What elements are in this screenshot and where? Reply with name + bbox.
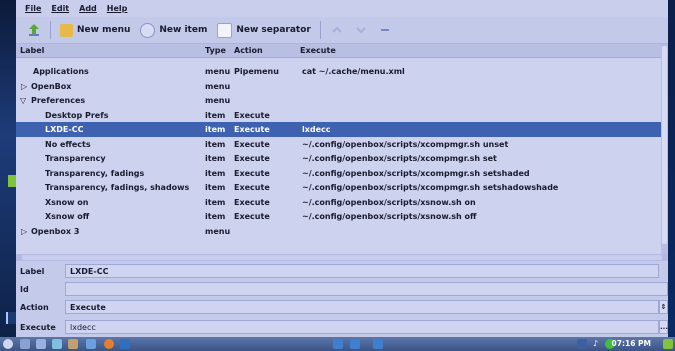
- tree-row-openbox-3[interactable]: ▷ Openbox 3 menu: [16, 224, 661, 239]
- execute-caption: Execute: [20, 323, 56, 332]
- toolbar: New menu New item New separator: [16, 17, 668, 44]
- taskbar-app-icon[interactable]: [20, 339, 30, 349]
- volume-icon[interactable]: ♪: [593, 339, 603, 349]
- tree-row-openbox[interactable]: ▷ OpenBox menu: [16, 79, 661, 94]
- taskbar-app-icon[interactable]: [68, 339, 78, 349]
- horizontal-scrollbar[interactable]: [16, 254, 668, 261]
- save-icon: [29, 24, 39, 36]
- battery-icon[interactable]: [577, 339, 587, 349]
- taskbar-window-button[interactable]: [373, 339, 383, 349]
- obmenu-window: File Edit Add Help New menu New item New…: [16, 0, 668, 337]
- chevron-down-icon: [356, 27, 366, 34]
- taskbar-app-icon[interactable]: [36, 339, 46, 349]
- menu-edit[interactable]: Edit: [51, 4, 69, 13]
- move-down-button[interactable]: [352, 21, 370, 39]
- scrollbar-thumb[interactable]: [662, 46, 667, 244]
- action-select[interactable]: Execute: [65, 300, 659, 314]
- id-field[interactable]: [65, 282, 668, 296]
- tree-row-no-effects[interactable]: No effects item Execute ~/.config/openbo…: [16, 137, 661, 152]
- new-separator-button[interactable]: New separator: [212, 19, 316, 41]
- expand-arrow-icon[interactable]: ▷: [21, 82, 27, 91]
- menu-file[interactable]: File: [25, 4, 41, 13]
- taskbar-app-icon[interactable]: [52, 339, 62, 349]
- chevron-up-icon: [332, 26, 342, 33]
- label-field[interactable]: LXDE-CC: [65, 264, 659, 278]
- tree-row-preferences[interactable]: ▽ Preferences menu: [16, 93, 661, 108]
- new-item-button[interactable]: New item: [135, 19, 212, 41]
- label-row: Label LXDE-CC: [16, 263, 668, 279]
- start-menu-icon[interactable]: [3, 339, 13, 349]
- expand-arrow-icon[interactable]: ▷: [21, 227, 27, 236]
- desktop-icon[interactable]: [8, 175, 16, 187]
- tree-row-transparency-fadings[interactable]: Transparency, fadings item Execute ~/.co…: [16, 166, 661, 181]
- remove-button[interactable]: [376, 21, 394, 39]
- separator-icon: [217, 22, 233, 38]
- tree-row-transparency-fadings-shadows[interactable]: Transparency, fadings, shadows item Exec…: [16, 180, 661, 195]
- taskbar-app-icon[interactable]: [120, 339, 130, 349]
- launcher-icon: [140, 22, 156, 38]
- action-row: Action Execute ⇕: [16, 299, 668, 315]
- clock[interactable]: 07:16 PM: [612, 339, 651, 348]
- label-caption: Label: [20, 267, 45, 276]
- tree-row-applications[interactable]: Applications menu Pipemenu cat ~/.cache/…: [16, 64, 661, 79]
- menu-add[interactable]: Add: [79, 4, 97, 13]
- action-dropdown-button[interactable]: ⇕: [659, 300, 668, 314]
- column-header-label[interactable]: Label: [20, 46, 44, 55]
- desktop-background-right: [668, 0, 675, 337]
- tree-row-xsnow-off[interactable]: Xsnow off item Execute ~/.config/openbox…: [16, 209, 661, 224]
- minus-icon: [380, 29, 389, 31]
- browser-icon[interactable]: [104, 339, 114, 349]
- vertical-scrollbar[interactable]: [661, 44, 668, 254]
- action-caption: Action: [20, 303, 49, 312]
- column-header-type[interactable]: Type: [205, 46, 226, 55]
- properties-form: Label LXDE-CC Id Action Execute ⇕ Execut…: [16, 261, 668, 337]
- menu-help[interactable]: Help: [107, 4, 128, 13]
- tree-row-transparency[interactable]: Transparency item Execute ~/.config/open…: [16, 151, 661, 166]
- taskbar: ♪ 07:16 PM: [0, 337, 675, 351]
- folder-icon: [60, 23, 73, 37]
- execute-field[interactable]: lxdecc: [65, 320, 659, 334]
- scrollbar-thumb[interactable]: [22, 255, 662, 260]
- taskbar-window-button[interactable]: [333, 339, 343, 349]
- column-header-execute[interactable]: Execute: [300, 46, 336, 55]
- menu-tree[interactable]: Label Type Action Execute Applications m…: [16, 44, 661, 254]
- taskbar-app-icon[interactable]: [86, 339, 96, 349]
- desktop-background-left: [0, 0, 18, 337]
- column-header-action[interactable]: Action: [234, 46, 263, 55]
- move-up-button[interactable]: [328, 21, 346, 39]
- tree-row-desktop-prefs[interactable]: Desktop Prefs item Execute: [16, 108, 661, 123]
- id-row: Id: [16, 281, 668, 297]
- collapse-arrow-icon[interactable]: ▽: [20, 96, 26, 105]
- execute-row: Execute lxdecc ...: [16, 319, 668, 335]
- show-desktop-icon[interactable]: [663, 339, 673, 349]
- id-caption: Id: [20, 285, 29, 294]
- tree-row-lxde-cc[interactable]: LXDE-CC item Execute lxdecc: [16, 122, 661, 137]
- tree-row-xsnow-on[interactable]: Xsnow on item Execute ~/.config/openbox/…: [16, 195, 661, 210]
- taskbar-window-button[interactable]: [350, 339, 360, 349]
- new-menu-button[interactable]: New menu: [55, 19, 135, 41]
- browse-button[interactable]: ...: [659, 320, 668, 334]
- save-button[interactable]: [25, 21, 43, 39]
- table-header: Label Type Action Execute: [16, 44, 661, 58]
- menubar: File Edit Add Help: [16, 0, 668, 17]
